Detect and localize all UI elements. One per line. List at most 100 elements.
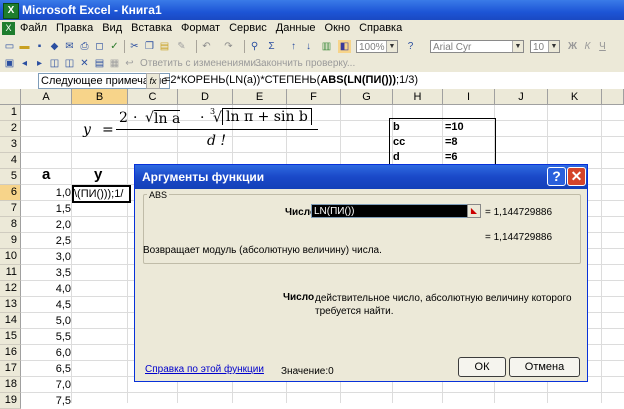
row-header[interactable]: 10 [0,249,21,265]
sort-desc-icon[interactable]: ↓ [302,40,315,53]
help-button[interactable]: ? [547,167,566,186]
reply-with-changes[interactable]: Ответить с изменениями... [140,58,264,69]
font-dropdown-icon[interactable]: ▼ [512,41,523,52]
row-header[interactable]: 8 [0,217,21,233]
font-size-dropdown-icon[interactable]: ▼ [548,41,559,52]
menu-format[interactable]: Формат [181,22,220,34]
row-header[interactable]: 4 [0,153,21,169]
row-header[interactable]: 16 [0,345,21,361]
col-header-a[interactable]: A [21,89,72,105]
markup-icon[interactable]: ▦ [108,57,121,70]
menu-insert[interactable]: Вставка [131,22,172,34]
menu-tools[interactable]: Сервис [229,22,267,34]
cell-a[interactable]: 5,5 [21,329,71,345]
row-header[interactable]: 3 [0,137,21,153]
row-header[interactable]: 6 [0,185,21,201]
show-comment-icon[interactable]: ◫ [48,57,61,70]
paste-icon[interactable]: ▤ [158,40,171,53]
col-header-i[interactable]: I [443,89,495,105]
drawing-icon[interactable]: ◧ [338,40,351,53]
insert-function-icon[interactable]: fx [146,73,160,89]
row-header[interactable]: 17 [0,361,21,377]
help-link[interactable]: Справка по этой функции [145,364,264,375]
row-header[interactable]: 5 [0,169,21,185]
formula-input[interactable]: =2*КОРЕНЬ(LN(a))*СТЕПЕНЬ(ABS(LN(ПИ()));1… [164,73,418,88]
select-all-corner[interactable] [0,89,21,105]
format-painter-icon[interactable]: ✎ [175,40,188,53]
close-button[interactable]: ✕ [567,167,586,186]
font-combo[interactable]: Arial Cyr ▼ [430,40,524,53]
open-icon[interactable]: ▬ [18,40,31,53]
help-icon[interactable]: ? [404,40,417,53]
argument-input[interactable]: LN(ПИ()) [311,204,468,218]
menu-data[interactable]: Данные [276,22,316,34]
font-size-combo[interactable]: 10 ▼ [530,40,560,53]
col-header-b[interactable]: B [72,89,128,105]
permission-icon[interactable]: ◆ [48,40,61,53]
cell-a[interactable]: 4,0 [21,281,71,297]
cell-a[interactable]: 2,5 [21,233,71,249]
redo-icon[interactable]: ↷ [222,40,235,53]
track-changes-icon[interactable]: ▤ [93,57,106,70]
new-icon[interactable]: ▭ [3,40,16,53]
email-icon[interactable]: ✉ [63,40,76,53]
cell-a[interactable]: 6,0 [21,345,71,361]
row-header[interactable]: 14 [0,313,21,329]
preview-icon[interactable]: ◻ [93,40,106,53]
new-comment-icon[interactable]: ▣ [3,57,16,70]
show-all-comments-icon[interactable]: ◫ [63,57,76,70]
cell-a[interactable]: 7,5 [21,393,71,409]
row-header[interactable]: 2 [0,121,21,137]
row-header[interactable]: 7 [0,201,21,217]
row-header[interactable]: 9 [0,233,21,249]
row-header[interactable]: 1 [0,105,21,121]
prev-comment-icon[interactable]: ◂ [18,57,31,70]
col-header-g[interactable]: G [341,89,393,105]
autosum-icon[interactable]: Σ [265,40,278,53]
col-header-d[interactable]: D [178,89,233,105]
active-cell-b6[interactable]: \(ПИ()));1/ [72,185,131,203]
col-header-h[interactable]: H [393,89,443,105]
undo-icon[interactable]: ↶ [200,40,213,53]
row-header[interactable]: 13 [0,297,21,313]
menu-file[interactable]: Файл [20,22,47,34]
cell-a[interactable]: 1,0 [21,185,71,201]
menu-help[interactable]: Справка [359,22,402,34]
cut-icon[interactable]: ✂ [128,40,141,53]
dialog-title-bar[interactable]: Аргументы функции ? ✕ [135,165,587,189]
spelling-icon[interactable]: ✓ [108,40,121,53]
row-header[interactable]: 15 [0,329,21,345]
save-icon[interactable]: ▪ [33,40,46,53]
row-header[interactable]: 19 [0,393,21,409]
menu-edit[interactable]: Правка [56,22,93,34]
row-header[interactable]: 18 [0,377,21,393]
col-header-e[interactable]: E [233,89,287,105]
zoom-dropdown-icon[interactable]: ▼ [386,41,397,52]
delete-comment-icon[interactable]: ✕ [78,57,91,70]
menu-view[interactable]: Вид [102,22,122,34]
col-header-f[interactable]: F [287,89,341,105]
row-header[interactable]: 12 [0,281,21,297]
ok-button[interactable]: ОК [458,357,506,377]
menu-window[interactable]: Окно [325,22,351,34]
row-header[interactable]: 11 [0,265,21,281]
underline-icon[interactable]: Ч [596,40,609,53]
next-comment-icon[interactable]: ▸ [33,57,46,70]
end-review[interactable]: Закончить проверку... [255,58,355,69]
col-header-c[interactable]: C [128,89,178,105]
cell-a[interactable]: 4,5 [21,297,71,313]
cell-a[interactable]: 1,5 [21,201,71,217]
cell-a[interactable]: 5,0 [21,313,71,329]
cancel-button[interactable]: Отмена [509,357,580,377]
cell-a[interactable]: 3,5 [21,265,71,281]
collapse-dialog-icon[interactable]: ◣ [467,204,481,218]
reply-icon[interactable]: ↩ [123,57,136,70]
cell-a[interactable]: 3,0 [21,249,71,265]
italic-icon[interactable]: К [581,40,594,53]
col-header-j[interactable]: J [495,89,548,105]
print-icon[interactable]: ⎙ [78,40,91,53]
chart-wizard-icon[interactable]: ▥ [320,40,333,53]
cell-a[interactable]: 7,0 [21,377,71,393]
hyperlink-icon[interactable]: ⚲ [248,40,261,53]
cell-a[interactable]: 2,0 [21,217,71,233]
